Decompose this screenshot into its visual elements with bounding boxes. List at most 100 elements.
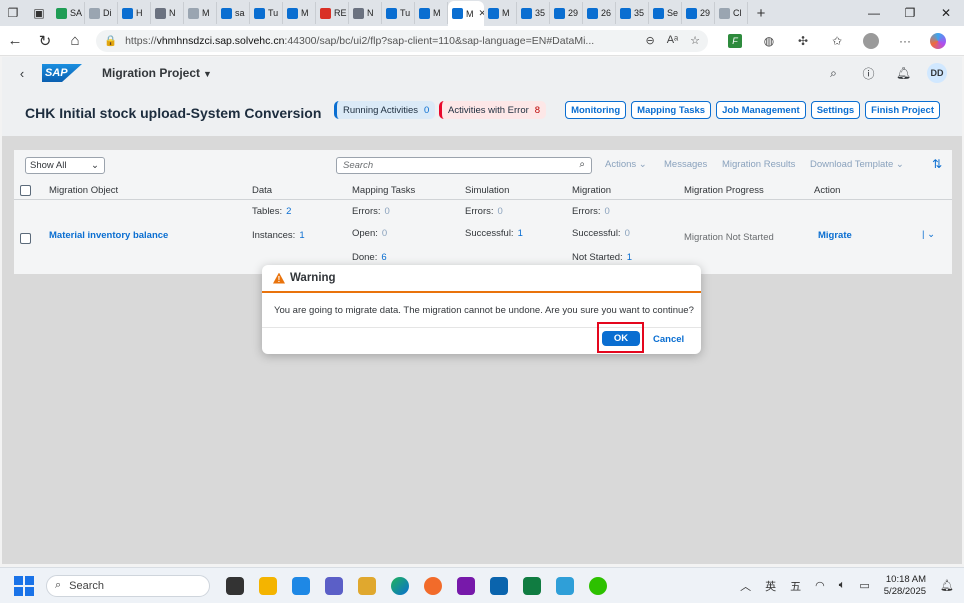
search-input[interactable]: Search ⌕ (336, 157, 592, 174)
migrate-action-link[interactable]: Migrate (818, 230, 852, 241)
browser-tab[interactable]: M (484, 2, 517, 24)
monitoring-button[interactable]: Monitoring (565, 101, 627, 119)
taskbar-app-outlook-icon[interactable] (482, 576, 515, 595)
back-arrow-icon[interactable]: ← (0, 26, 30, 56)
taskbar-app-edge-icon[interactable] (383, 576, 416, 595)
taskbar-app-draw-icon[interactable] (416, 576, 449, 595)
taskbar-app-notepad-icon[interactable] (548, 576, 581, 595)
taskbar-app-store-icon[interactable] (284, 576, 317, 595)
select-all-checkbox[interactable] (20, 185, 31, 196)
notifications-bell-icon[interactable]: 🔔︎ (886, 66, 921, 80)
taskbar-app-task-view-icon[interactable] (218, 576, 251, 595)
browser-tab[interactable]: RE (316, 2, 349, 24)
tab-active[interactable]: M ✕ (448, 1, 484, 26)
activities-with-error-chip[interactable]: Activities with Error 8 (439, 101, 547, 119)
chevron-up-icon[interactable]: ︿ (740, 578, 751, 594)
browser-tab[interactable]: H (118, 2, 151, 24)
browser-tab[interactable]: N (349, 2, 382, 24)
taskbar-app-wechat-icon[interactable] (581, 576, 614, 595)
download-template-button[interactable]: Download Template ⌄ (810, 159, 904, 170)
zoom-icon[interactable]: ⊖ (645, 34, 654, 47)
start-button[interactable] (14, 575, 34, 596)
actions-menu-button[interactable]: Actions ⌄ (605, 159, 647, 170)
user-avatar[interactable]: DD (927, 63, 947, 83)
browser-tab[interactable]: SA (52, 2, 85, 24)
close-window-icon[interactable]: ✕ (928, 6, 964, 20)
taskbar-app-folder-icon[interactable] (350, 576, 383, 595)
browser-tab[interactable]: M (415, 2, 448, 24)
finish-project-button[interactable]: Finish Project (865, 101, 940, 119)
favorites-icon[interactable]: ✩ (820, 34, 854, 48)
browser-tab[interactable]: N (151, 2, 184, 24)
taskbar-app-excel-icon[interactable] (515, 576, 548, 595)
extensions-puzzle-icon[interactable]: ✣ (786, 34, 820, 48)
tab-label: Tu (268, 8, 279, 18)
url-field[interactable]: 🔒 https://vhmhnsdzci.sap.solvehc.cn:4430… (96, 29, 708, 52)
migration-object-link[interactable]: Material inventory balance (49, 230, 168, 241)
notifications-icon[interactable]: 🔔︎ (940, 579, 954, 592)
row-action-dropdown-icon[interactable]: | ⌄ (922, 229, 935, 240)
taskbar-app-teams-icon[interactable] (317, 576, 350, 595)
browser-tab[interactable]: Tu (382, 2, 415, 24)
cancel-button[interactable]: Cancel (653, 334, 684, 345)
sort-icon[interactable]: ⇅ (932, 157, 942, 171)
taskbar-app-file-explorer-icon[interactable] (251, 576, 284, 595)
row-checkbox[interactable] (20, 233, 31, 244)
tab-label: 35 (535, 8, 546, 18)
extension-green-icon[interactable]: F (728, 33, 742, 48)
browser-tab[interactable]: Di (85, 2, 118, 24)
mapping-tasks-button[interactable]: Mapping Tasks (631, 101, 712, 119)
browser-tab[interactable]: sa (217, 2, 250, 24)
shell-back-icon[interactable]: ‹ (2, 66, 42, 81)
search-icon[interactable]: ⌕ (816, 66, 851, 81)
clock[interactable]: 10:18 AM 5/28/2025 (884, 574, 926, 598)
volume-icon[interactable]: 🔈︎ (839, 579, 846, 592)
dialog-message: You are going to migrate data. The migra… (274, 305, 694, 316)
running-activities-chip[interactable]: Running Activities 0 (334, 101, 436, 119)
extension-icon[interactable]: ◍ (752, 34, 786, 48)
tab-favicon-icon (89, 7, 100, 19)
browser-tab[interactable]: M (283, 2, 316, 24)
new-tab-button[interactable]: + (748, 5, 774, 22)
tab-actions-icon[interactable]: ▣ (26, 0, 52, 26)
ime-language[interactable]: 英 (765, 578, 776, 594)
job-management-button[interactable]: Job Management (716, 101, 806, 119)
browser-tab[interactable]: Cl (715, 2, 748, 24)
refresh-icon[interactable]: ↻ (30, 26, 60, 56)
search-icon[interactable]: ⌕ (579, 159, 585, 170)
app-title-menu[interactable]: Migration Project ▼ (102, 66, 212, 80)
ime-mode[interactable]: 五 (790, 578, 801, 594)
tab-favicon-icon (719, 7, 730, 19)
tab-label: 26 (601, 8, 612, 18)
copilot-icon[interactable] (930, 32, 946, 49)
read-aloud-icon[interactable]: Aᵃ (667, 34, 678, 47)
wifi-icon[interactable]: ◠ (815, 579, 825, 592)
taskbar-app-onenote-icon[interactable] (449, 576, 482, 595)
sap-logo[interactable]: SAP (42, 64, 82, 82)
browser-tab[interactable]: 26 (583, 2, 616, 24)
workspaces-icon[interactable]: ❐ (0, 0, 26, 26)
migration-results-button[interactable]: Migration Results (722, 159, 795, 170)
minimize-icon[interactable]: — (856, 6, 892, 20)
profile-avatar-icon[interactable] (863, 32, 879, 49)
browser-tab[interactable]: Se (649, 2, 682, 24)
table-toolbar: Show All ⌄ Search ⌕ Actions ⌄ Messages M… (14, 150, 952, 180)
favorite-star-icon[interactable]: ☆ (690, 34, 700, 47)
home-icon[interactable]: ⌂ (60, 26, 90, 56)
browser-tab[interactable]: 29 (682, 2, 715, 24)
ok-button[interactable]: OK (602, 331, 640, 346)
browser-tab[interactable]: 29 (550, 2, 583, 24)
messages-button[interactable]: Messages (664, 159, 707, 170)
filter-select[interactable]: Show All ⌄ (25, 157, 105, 174)
help-icon[interactable]: ⓘ (851, 65, 886, 82)
browser-tab[interactable]: M (184, 2, 217, 24)
simulation-errors: Errors: 0 (465, 206, 503, 217)
restore-icon[interactable]: ❐ (892, 6, 928, 20)
browser-tab[interactable]: Tu (250, 2, 283, 24)
battery-icon[interactable]: ▭ (859, 579, 869, 592)
more-menu-icon[interactable]: ··· (888, 34, 922, 48)
settings-button[interactable]: Settings (810, 101, 861, 119)
browser-tab[interactable]: 35 (616, 2, 649, 24)
taskbar-search[interactable]: ⌕ Search (46, 574, 210, 597)
browser-tab[interactable]: 35 (517, 2, 550, 24)
